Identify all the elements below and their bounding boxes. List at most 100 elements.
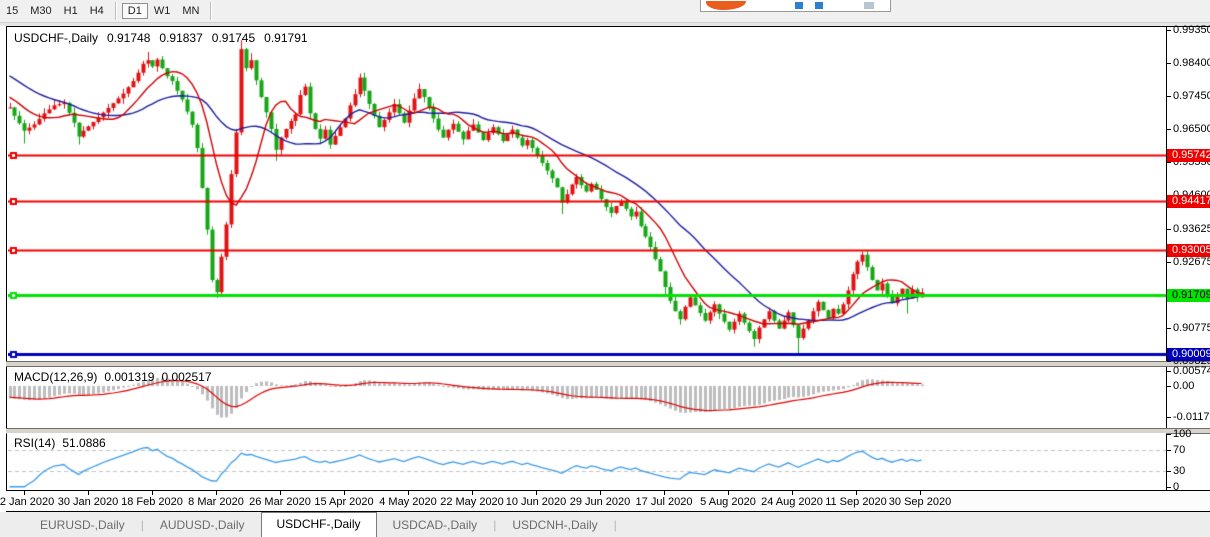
- date-tick-mark: [664, 491, 665, 495]
- timeframe-button-15[interactable]: 15: [0, 3, 24, 19]
- ohlc-high: 0.91837: [159, 31, 202, 45]
- logo-glyph-icon: [795, 2, 803, 9]
- tab-bar-gutter: [0, 512, 24, 537]
- price-axis-label: 0.93625: [1173, 223, 1210, 235]
- timeframe-button-h4[interactable]: H4: [84, 3, 110, 19]
- rsi-canvas[interactable]: [8, 433, 1166, 489]
- axis-tick-mark: [1167, 361, 1171, 362]
- axis-tick-mark: [1167, 229, 1171, 230]
- chart-ohlc-header: USDCHF-,Daily0.917480.918370.917450.9179…: [14, 31, 317, 45]
- date-tick-mark: [792, 491, 793, 495]
- date-tick-mark: [600, 491, 601, 495]
- axis-tick-mark: [1167, 386, 1171, 387]
- logo-glyph-icon: [864, 2, 874, 9]
- date-axis-label: 30 Sep 2020: [889, 496, 951, 508]
- symbol-tab-eurusd[interactable]: EURUSD-,Daily: [24, 514, 141, 537]
- tab-separator: |: [614, 514, 617, 537]
- axis-tick-mark: [1167, 487, 1171, 488]
- axis-tick-mark: [1167, 417, 1171, 418]
- macd-axis-label: 0.00: [1173, 380, 1194, 392]
- date-axis-label: 18 Feb 2020: [121, 496, 183, 508]
- price-axis-label: 0.98400: [1173, 57, 1210, 69]
- macd-main-value: 0.001319: [104, 370, 154, 384]
- date-tick-mark: [728, 491, 729, 495]
- price-axis-label: 0.90775: [1173, 322, 1210, 334]
- date-tick-mark: [216, 491, 217, 495]
- date-axis-label: 24 Aug 2020: [761, 496, 823, 508]
- ohlc-close: 0.91791: [264, 31, 307, 45]
- date-axis-label: 26 Mar 2020: [249, 496, 311, 508]
- rsi-header: RSI(14) 51.0886: [14, 436, 113, 450]
- date-axis-label: 22 May 2020: [440, 496, 504, 508]
- date-axis-label: 5 Aug 2020: [700, 496, 756, 508]
- ohlc-low: 0.91745: [212, 31, 255, 45]
- date-tick-mark: [408, 491, 409, 495]
- price-level-badge: 0.93005: [1167, 244, 1210, 257]
- date-axis-label: 8 Mar 2020: [188, 496, 244, 508]
- symbol-tab-usdcnh[interactable]: USDCNH-,Daily: [496, 514, 613, 537]
- date-axis-label: 29 Jun 2020: [570, 496, 631, 508]
- price-chart-canvas[interactable]: [8, 27, 1166, 360]
- broker-logo-banner: [700, 0, 891, 12]
- date-tick-mark: [280, 491, 281, 495]
- axis-tick-mark: [1167, 434, 1171, 435]
- rsi-axis-label: 30: [1173, 465, 1185, 477]
- date-axis-label: 11 Sep 2020: [825, 496, 887, 508]
- price-axis[interactable]: 0.993500.984000.974500.965000.955500.946…: [1167, 0, 1210, 512]
- price-axis-label: 0.92675: [1173, 256, 1210, 268]
- price-pane[interactable]: [7, 27, 1166, 360]
- price-axis-label: 0.99350: [1173, 24, 1210, 36]
- date-axis[interactable]: 12 Jan 202030 Jan 202018 Feb 20208 Mar 2…: [6, 491, 1210, 511]
- axis-tick-mark: [1167, 328, 1171, 329]
- date-axis-label: 30 Jan 2020: [58, 496, 119, 508]
- rsi-label: RSI(14): [14, 436, 55, 450]
- timeframe-button-d1[interactable]: D1: [122, 3, 148, 19]
- price-level-badge: 0.91709: [1167, 289, 1210, 302]
- date-tick-mark: [88, 491, 89, 495]
- axis-tick-mark: [1167, 63, 1171, 64]
- axis-tick-mark: [1167, 129, 1171, 130]
- axis-tick-mark: [1167, 96, 1171, 97]
- date-axis-label: 12 Jan 2020: [0, 496, 54, 508]
- timeframe-button-h1[interactable]: H1: [58, 3, 84, 19]
- price-level-badge: 0.95742: [1167, 149, 1210, 162]
- timeframe-button-w1[interactable]: W1: [148, 3, 177, 19]
- macd-signal-value: 0.002517: [161, 370, 211, 384]
- date-tick-mark: [24, 491, 25, 495]
- price-level-badge: 0.94417: [1167, 195, 1210, 208]
- symbol-tab-bar: EURUSD-,Daily | AUDUSD-,DailyUSDCHF-,Daily…: [0, 512, 1210, 537]
- date-axis-label: 4 May 2020: [379, 496, 436, 508]
- date-tick-mark: [536, 491, 537, 495]
- symbol-tab-audusd[interactable]: AUDUSD-,Daily: [144, 514, 261, 537]
- rsi-axis-label: 70: [1173, 444, 1185, 456]
- logo-glyph-icon: [815, 2, 823, 9]
- date-tick-mark: [856, 491, 857, 495]
- date-axis-label: 17 Jul 2020: [636, 496, 693, 508]
- price-axis-label: 0.97450: [1173, 90, 1210, 102]
- macd-axis-label: 0.005744: [1173, 365, 1210, 377]
- timeframe-button-mn[interactable]: MN: [176, 3, 205, 19]
- symbol-tab-usdchf[interactable]: USDCHF-,Daily: [261, 512, 377, 537]
- date-axis-label: 10 Jun 2020: [506, 496, 567, 508]
- rsi-pane[interactable]: [7, 433, 1166, 489]
- price-level-badge: 0.90009: [1167, 348, 1210, 361]
- axis-tick-mark: [1167, 371, 1171, 372]
- date-tick-mark: [920, 491, 921, 495]
- rsi-axis-label: 100: [1173, 428, 1191, 440]
- axis-tick-mark: [1167, 162, 1171, 163]
- timeframe-button-m30[interactable]: M30: [24, 3, 57, 19]
- macd-label: MACD(12,26,9): [14, 370, 97, 384]
- axis-tick-mark: [1167, 471, 1171, 472]
- date-axis-label: 15 Apr 2020: [314, 496, 373, 508]
- date-tick-mark: [152, 491, 153, 495]
- logo-orange-swoosh-icon: [706, 1, 746, 10]
- symbol-tab-usdcad[interactable]: USDCAD-,Daily: [377, 514, 494, 537]
- ohlc-open: 0.91748: [107, 31, 150, 45]
- rsi-value: 51.0886: [62, 436, 105, 450]
- date-tick-mark: [472, 491, 473, 495]
- axis-tick-mark: [1167, 262, 1171, 263]
- timeframe-toolbar: 15M30H1H4 D1W1MN: [0, 0, 1210, 23]
- price-axis-label: 0.96500: [1173, 123, 1210, 135]
- axis-tick-mark: [1167, 450, 1171, 451]
- toolbar-separator: [115, 2, 117, 20]
